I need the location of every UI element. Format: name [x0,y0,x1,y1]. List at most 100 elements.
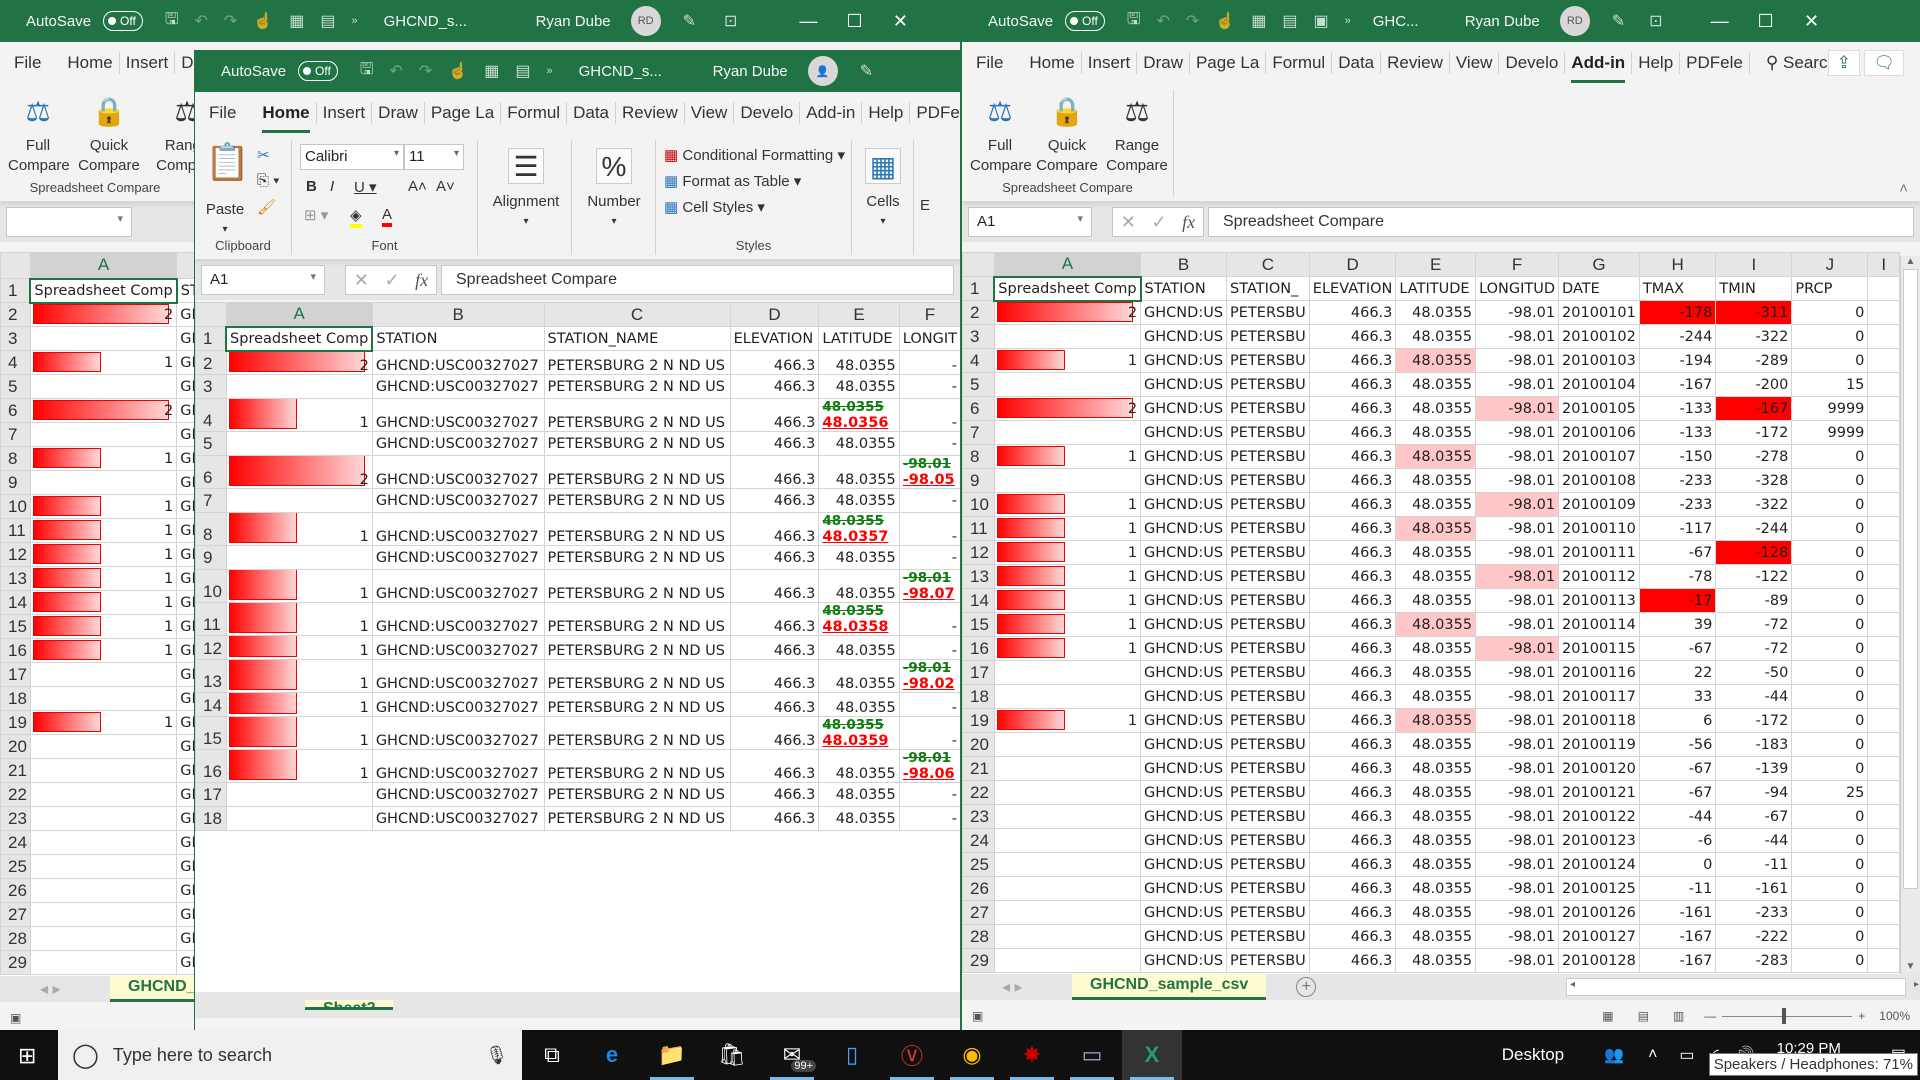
row-header[interactable]: 15 [0,614,31,639]
header-cell[interactable]: STATION [371,326,545,351]
right-sheet-grid[interactable]: ABCDEFGHIJI 1 Spreadsheet Comp STATION STAT… [962,252,1900,974]
tmax-cell[interactable]: -67 [1638,756,1717,781]
elevation-cell[interactable]: 466.3 [1308,636,1397,661]
diff-count-cell[interactable] [993,372,1142,397]
station-cell[interactable]: GHCND:USC00327027 [371,806,545,831]
close-button[interactable]: ✕ [877,11,923,32]
tmin-cell[interactable]: -200 [1715,372,1793,397]
elevation-cell[interactable]: 466.3 [1308,756,1397,781]
empty-cell[interactable] [1867,612,1900,637]
latitude-cell[interactable]: 48.0355 48.0358 [818,602,900,636]
tmin-cell[interactable]: -50 [1715,660,1793,685]
diff-count-cell[interactable]: 1 [993,492,1142,517]
zoom-in-button[interactable]: + [1858,1009,1865,1023]
diff-count-cell[interactable]: 2 [29,398,178,423]
longitude-cell[interactable]: -98.01 [1475,396,1560,421]
diff-count-cell[interactable]: 1 [29,446,178,471]
station-cell[interactable]: GHCND:US [1140,564,1228,589]
latitude-cell[interactable]: 48.0355 [818,692,900,717]
file-explorer-icon[interactable]: 📁 [642,1030,702,1080]
station-cell[interactable]: GHCND:US [1140,708,1228,733]
tmax-cell[interactable]: -117 [1638,516,1717,541]
horizontal-scrollbar[interactable]: ◂ ▸ [1566,978,1919,996]
station-name-cell[interactable]: PETERSBU [1226,348,1310,373]
station-name-cell[interactable]: PETERSBU [1226,708,1310,733]
row-header[interactable]: 23 [962,804,995,829]
puzzle-app-icon[interactable]: ✸ [1002,1030,1062,1080]
elevation-cell[interactable]: 466.3 [1308,348,1397,373]
date-cell[interactable]: 20100115 [1558,636,1640,661]
diff-count-cell[interactable]: 1 [993,516,1142,541]
latitude-cell[interactable]: 48.0355 [818,350,900,375]
tmax-cell[interactable]: -244 [1638,324,1717,349]
row-header[interactable]: 28 [962,924,995,949]
scroll-up-icon[interactable]: ▲ [1901,256,1920,267]
prcp-cell[interactable]: 0 [1791,948,1869,973]
tmax-cell[interactable]: -56 [1638,732,1717,757]
elevation-cell[interactable]: 466.3 [1308,420,1397,445]
tmin-cell[interactable]: -289 [1715,348,1793,373]
tmax-cell[interactable]: -133 [1638,396,1717,421]
latitude-cell[interactable]: 48.0355 [818,569,900,603]
diff-count-cell[interactable] [29,902,178,927]
tmin-cell[interactable]: -328 [1715,468,1793,493]
date-cell[interactable]: 20100105 [1558,396,1640,421]
latitude-cell[interactable]: 48.0355 48.0356 [818,398,900,432]
station-name-cell[interactable]: PETERSBU [1226,468,1310,493]
tab-pdfele[interactable]: PDFele [1680,52,1750,74]
form-icon[interactable]: ▣ [1313,11,1328,31]
latitude-cell[interactable]: 48.0355 [1395,756,1477,781]
row-header[interactable]: 2 [962,300,995,325]
tmin-cell[interactable]: -72 [1715,636,1793,661]
longitude-cell[interactable]: - [898,716,960,750]
longitude-cell[interactable]: -98.01 [1475,564,1560,589]
date-cell[interactable]: 20100121 [1558,780,1640,805]
page-break-icon[interactable]: ▥ [1673,1009,1684,1023]
station-cell[interactable]: GHCND:USC00327027 [371,488,545,513]
tmin-cell[interactable]: -139 [1715,756,1793,781]
tmax-cell[interactable]: -11 [1638,876,1717,901]
station-cell[interactable]: GHCND:USC00327027 [371,749,545,783]
station-cell[interactable]: GHCND:USC00327027 [371,692,545,717]
empty-cell[interactable] [1867,924,1900,949]
header-cell[interactable]: STATION_ [1226,276,1310,301]
station-name-cell[interactable]: PETERSBURG 2 N ND US [543,431,731,456]
longitude-cell[interactable]: -98.01 [1475,924,1560,949]
sheet-tab-ghcnd-sample-csv[interactable]: GHCND_sample_csv [1072,974,1267,1000]
station-cell[interactable]: GHCND:US [1140,852,1228,877]
station-name-cell[interactable]: PETERSBU [1226,924,1310,949]
longitude-cell[interactable]: -98.01 [1475,732,1560,757]
row-header[interactable]: 27 [962,900,995,925]
row-header[interactable]: 1 [195,326,227,351]
diff-count-cell[interactable] [29,950,178,975]
macro-record-icon[interactable]: ▣ [10,1011,21,1025]
station-cell[interactable]: GHCND:USC00327027 [371,602,545,636]
tmax-cell[interactable]: -44 [1638,804,1717,829]
row-header[interactable]: 18 [195,806,227,831]
elevation-cell[interactable]: 466.3 [1308,324,1397,349]
row-header[interactable]: 22 [0,782,31,807]
station-cell[interactable]: GHCND:US [1140,372,1228,397]
row-header[interactable]: 14 [962,588,995,613]
prcp-cell[interactable]: 0 [1791,900,1869,925]
zoom-level[interactable]: 100% [1879,1009,1910,1023]
latitude-cell[interactable]: 48.0355 [1395,876,1477,901]
row-header[interactable]: 10 [195,569,227,603]
normal-view-icon[interactable]: ▦ [1602,1009,1613,1023]
tmin-cell[interactable]: -72 [1715,612,1793,637]
station-cell[interactable]: GHCND:US [1140,300,1228,325]
longitude-cell[interactable]: - [898,350,960,375]
diff-count-cell[interactable]: 2 [225,350,373,375]
tmin-cell[interactable]: -244 [1715,516,1793,541]
prcp-cell[interactable]: 0 [1791,732,1869,757]
elevation-cell[interactable]: 466.3 [729,431,820,456]
cancel-icon[interactable]: ✕ [354,270,369,291]
elevation-cell[interactable]: 466.3 [729,350,820,375]
column-header-a[interactable]: A [225,302,373,328]
prcp-cell[interactable]: 0 [1791,516,1869,541]
longitude-cell[interactable]: -98.01 -98.02 [898,659,960,693]
increase-font-button[interactable]: A˄ [408,178,427,195]
row-header[interactable]: 1 [962,276,995,301]
tmin-cell[interactable]: -172 [1715,708,1793,733]
station-name-cell[interactable]: PETERSBURG 2 N ND US [543,569,731,603]
